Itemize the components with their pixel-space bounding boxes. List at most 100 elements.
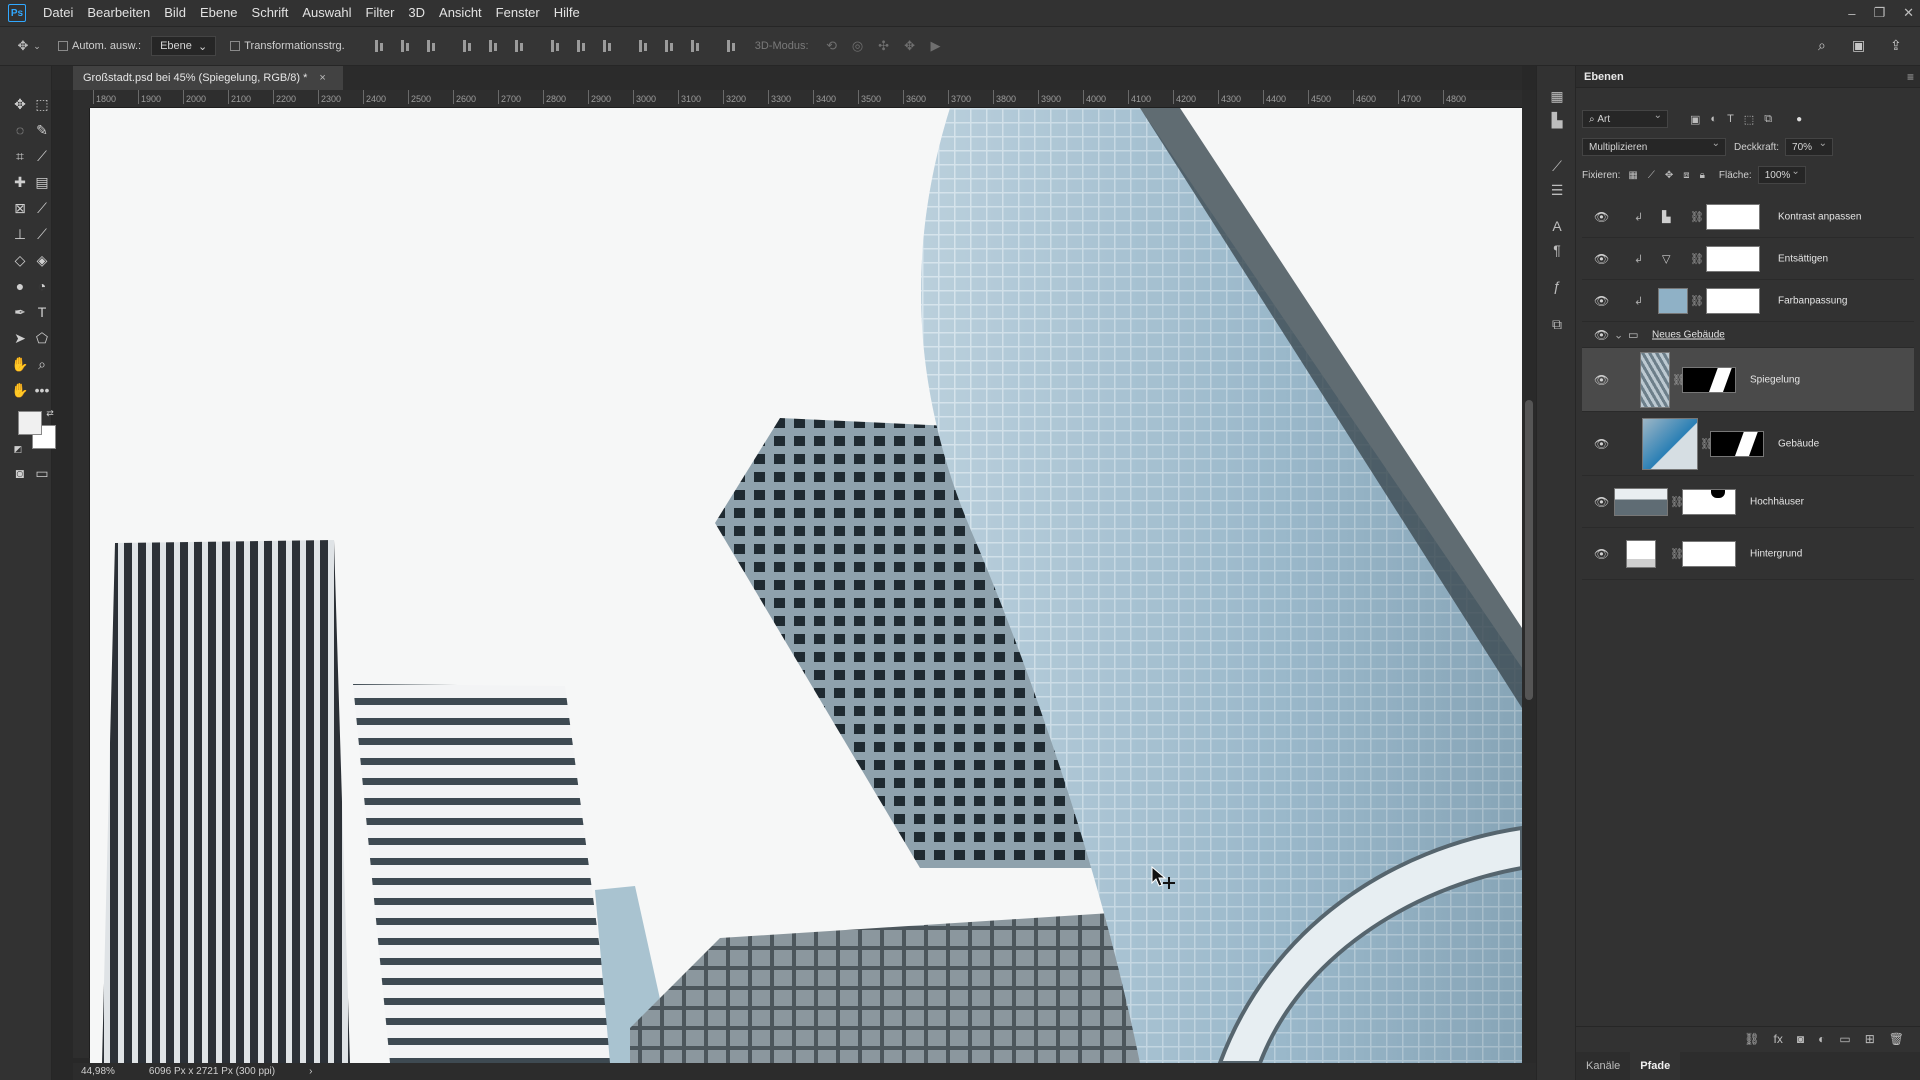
menu-help[interactable]: Hilfe — [547, 0, 587, 26]
orbit-3d-icon[interactable]: ⟲ — [825, 38, 839, 53]
menu-select[interactable]: Auswahl — [295, 0, 358, 26]
distribute-right-icon[interactable] — [689, 39, 703, 53]
quick-select-tool-icon[interactable]: ✎ — [31, 119, 53, 141]
transform-controls-option[interactable]: Transformationsstrg. — [230, 40, 345, 52]
layer-mask-thumbnail[interactable] — [1682, 366, 1736, 393]
channels-tab[interactable]: Kanäle — [1576, 1052, 1630, 1080]
pan-3d-icon[interactable]: ✣ — [877, 38, 891, 53]
default-colors-icon[interactable]: ◩ — [12, 438, 24, 460]
auto-select-checkbox[interactable] — [58, 41, 68, 51]
vertical-scrollbar[interactable] — [1522, 90, 1536, 1063]
move-tool-icon[interactable]: ✥ — [9, 93, 31, 115]
patch-tool-icon[interactable]: ▤ — [31, 171, 53, 193]
document-tab[interactable]: Großstadt.psd bei 45% (Spiegelung, RGB/8… — [73, 66, 343, 90]
character-panel-icon[interactable]: A — [1547, 216, 1567, 236]
histogram-panel-icon[interactable]: ▙ — [1547, 110, 1567, 130]
zoom-tool-icon[interactable]: ⌕ — [31, 353, 53, 375]
auto-select-dropdown[interactable]: Ebene ⌄ — [151, 36, 217, 56]
pen-tool-icon[interactable]: ✒ — [9, 301, 31, 323]
opacity-field[interactable]: 70% — [1785, 138, 1834, 156]
layer-mask-thumbnail[interactable] — [1710, 430, 1764, 457]
filter-smart-icon[interactable]: ⧉ — [1764, 113, 1772, 126]
layer-thumbnail[interactable] — [1626, 539, 1656, 568]
delete-layer-icon[interactable]: 🗑︎ — [1889, 1032, 1904, 1046]
menu-edit[interactable]: Bearbeiten — [80, 0, 157, 26]
paths-tab[interactable]: Pfade — [1630, 1052, 1681, 1080]
distribute-spacing-icon[interactable] — [725, 39, 739, 53]
layer-thumbnail[interactable] — [1614, 487, 1668, 516]
new-group-icon[interactable]: ▭ — [1839, 1032, 1850, 1046]
filter-shape-icon[interactable]: ⬚ — [1744, 113, 1754, 126]
layer-row-hintergrund[interactable]: 👁︎ ⛓︎ Hintergrund — [1582, 528, 1914, 580]
distribute-hcenter-icon[interactable] — [663, 39, 677, 53]
chevron-down-icon[interactable]: ⌄ — [1614, 328, 1623, 341]
align-hcenter-icon[interactable] — [487, 39, 501, 53]
visibility-eye-icon[interactable]: 👁︎ — [1594, 294, 1609, 308]
layers-tab[interactable]: Ebenen — [1584, 71, 1624, 83]
filter-adjustment-icon[interactable]: ◐ — [1710, 113, 1717, 126]
lock-artboard-icon[interactable]: ⧈ — [1683, 170, 1689, 181]
align-left-icon[interactable] — [461, 39, 475, 53]
swap-colors-icon[interactable]: ⇄ — [44, 402, 56, 424]
close-document-icon[interactable]: × — [319, 72, 325, 84]
properties-panel-icon[interactable]: ▦ — [1547, 86, 1567, 106]
search-icon[interactable]: ⌕ — [1818, 37, 1826, 54]
close-window-icon[interactable]: ✕ — [1903, 5, 1914, 21]
layer-row-entsaettigen[interactable]: 👁︎ ↲ ▽ ⛓︎ Entsättigen — [1582, 238, 1914, 280]
link-layers-icon[interactable]: ⛓︎ — [1744, 1032, 1759, 1046]
stamp-tool-icon[interactable]: ⊥ — [9, 223, 31, 245]
screen-mode-icon[interactable]: ▭ — [31, 462, 53, 484]
path-select-icon[interactable]: ➤ — [9, 327, 31, 349]
distribute-left-icon[interactable] — [637, 39, 651, 53]
ruler-origin[interactable] — [73, 90, 90, 108]
visibility-eye-icon[interactable]: 👁︎ — [1594, 547, 1609, 561]
panel-menu-icon[interactable]: ≡ — [1907, 70, 1914, 84]
zoom-level[interactable]: 44,98% — [81, 1066, 115, 1077]
link-icon[interactable]: ⛓︎ — [1690, 210, 1704, 223]
new-layer-icon[interactable]: ⊞ — [1865, 1032, 1875, 1046]
crop-tool-icon[interactable]: ⌗ — [9, 145, 31, 167]
blend-mode-dropdown[interactable]: Multiplizieren — [1582, 138, 1726, 156]
distribute-top-icon[interactable] — [549, 39, 563, 53]
visibility-eye-icon[interactable]: 👁︎ — [1594, 252, 1609, 266]
layer-row-hochhaeuser[interactable]: 👁︎ ⛓︎ Hochhäuser — [1582, 476, 1914, 528]
visibility-eye-icon[interactable]: 👁︎ — [1594, 210, 1609, 224]
share-icon[interactable]: ⇪ — [1890, 37, 1902, 54]
menu-3d[interactable]: 3D — [401, 0, 432, 26]
auto-select-option[interactable]: Autom. ausw.: — [58, 40, 141, 52]
lock-position-icon[interactable]: ✥ — [1665, 170, 1673, 181]
transform-controls-checkbox[interactable] — [230, 41, 241, 51]
menu-window[interactable]: Fenster — [489, 0, 547, 26]
chevron-down-icon[interactable]: ⌄ — [30, 39, 44, 53]
paragraph-panel-icon[interactable]: ¶ — [1547, 240, 1567, 260]
layer-mask-thumbnail[interactable] — [1706, 245, 1760, 272]
layer-mask-thumbnail[interactable] — [1682, 488, 1736, 515]
menu-type[interactable]: Schrift — [245, 0, 296, 26]
add-mask-icon[interactable]: ◙ — [1797, 1032, 1804, 1046]
link-icon[interactable]: ⛓︎ — [1690, 294, 1704, 307]
brush-tool-icon[interactable]: ⟋ — [31, 197, 53, 219]
layer-row-kontrast[interactable]: 👁︎ ↲ ▙ ⛓︎ Kontrast anpassen — [1582, 196, 1914, 238]
workspace-icon[interactable]: ▣ — [1852, 37, 1865, 54]
menu-view[interactable]: Ansicht — [432, 0, 489, 26]
lock-transparency-icon[interactable]: ▦ — [1628, 170, 1637, 181]
minimize-icon[interactable]: – — [1848, 6, 1855, 21]
visibility-eye-icon[interactable]: 👁︎ — [1594, 328, 1609, 342]
fill-field[interactable]: 100% — [1757, 166, 1806, 184]
lasso-tool-icon[interactable]: ◌ — [9, 119, 31, 141]
filter-toggle-icon[interactable]: ● — [1796, 114, 1802, 125]
restore-icon[interactable]: ❐ — [1873, 5, 1885, 21]
adjustments-panel-icon[interactable]: ☰ — [1547, 180, 1567, 200]
layer-row-spiegelung[interactable]: 👁︎ ⛓︎ Spiegelung — [1582, 348, 1914, 412]
history-brush-icon[interactable]: ⟋ — [31, 223, 53, 245]
layer-row-farbanpassung[interactable]: 👁︎ ↲ ⛓︎ Farbanpassung — [1582, 280, 1914, 322]
layer-mask-thumbnail[interactable] — [1682, 540, 1736, 567]
link-icon[interactable]: ⛓︎ — [1690, 252, 1704, 265]
foreground-color-swatch[interactable] — [18, 411, 42, 435]
layer-filter-dropdown[interactable]: ⌕ Art — [1582, 110, 1668, 128]
paint-bucket-icon[interactable]: ◈ — [31, 249, 53, 271]
layer-mask-thumbnail[interactable] — [1706, 203, 1760, 230]
brush-settings-icon[interactable]: ⟋ — [1547, 156, 1567, 176]
filter-type-icon[interactable]: T — [1727, 113, 1734, 126]
new-adjustment-icon[interactable]: ◐ — [1818, 1032, 1825, 1046]
